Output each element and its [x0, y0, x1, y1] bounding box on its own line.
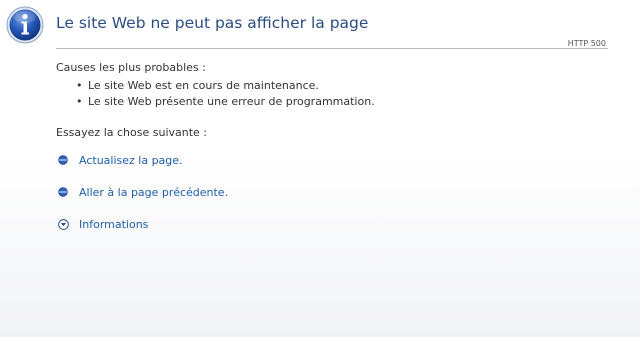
causes-list: • Le site Web est en cours de maintenance…: [76, 78, 375, 110]
cause-text: Le site Web présente une erreur de progr…: [88, 95, 375, 108]
blue-bullet-icon: [58, 155, 68, 165]
header-divider: [56, 48, 608, 49]
blue-bullet-icon: [58, 187, 68, 197]
chevron-down-icon: [58, 219, 69, 230]
cause-text: Le site Web est en cours de maintenance.: [88, 79, 319, 92]
list-item: • Le site Web est en cours de maintenance…: [76, 78, 375, 94]
page-title: Le site Web ne peut pas afficher la page: [56, 14, 369, 32]
list-item: • Le site Web présente une erreur de prog…: [76, 94, 375, 110]
bullet-icon: •: [76, 95, 83, 108]
causes-heading: Causes les plus probables :: [56, 61, 206, 74]
bullet-icon: •: [76, 79, 83, 92]
info-icon: [6, 6, 44, 44]
previous-page-label[interactable]: Aller à la page précédente.: [79, 186, 228, 199]
http-status-code: HTTP 500: [567, 39, 606, 48]
refresh-page-label[interactable]: Actualisez la page.: [79, 154, 183, 167]
more-information-label[interactable]: Informations: [79, 218, 148, 231]
suggestions-heading: Essayez la chose suivante :: [56, 126, 208, 139]
